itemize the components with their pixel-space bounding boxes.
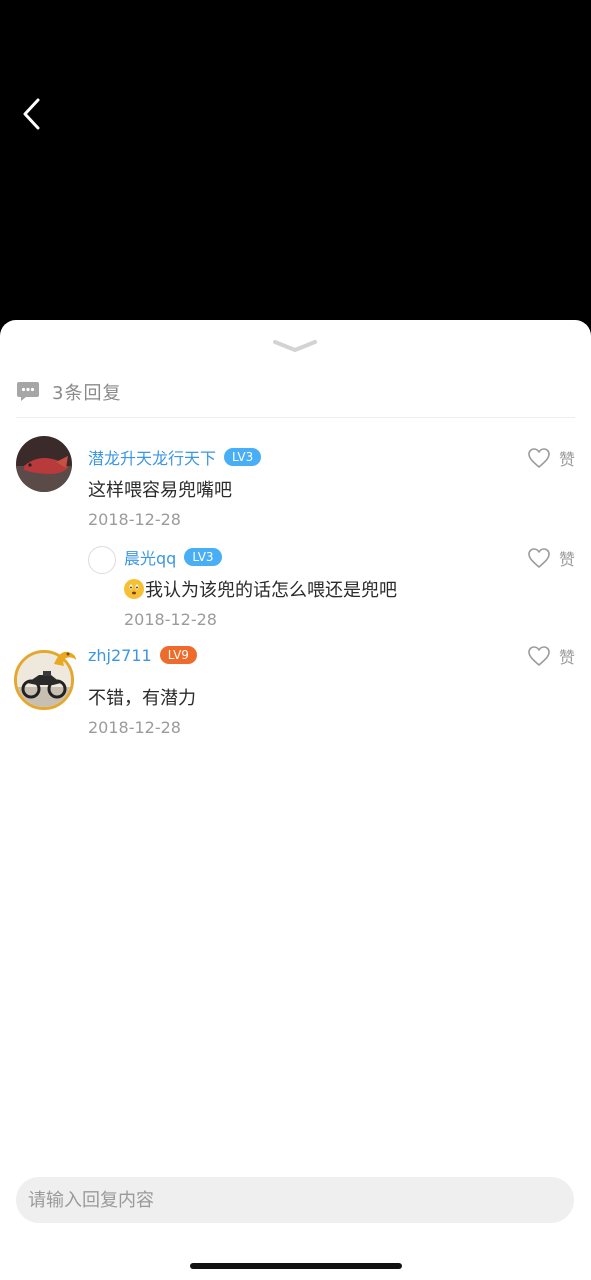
avatar[interactable] [88, 546, 116, 574]
reply-input[interactable] [28, 1189, 574, 1211]
reply-content: 这样喂容易兜嘴吧 [88, 480, 232, 501]
reply-date: 2018-12-28 [88, 718, 181, 737]
reply-item: 潜龙升天龙行天下 LV3 这样喂容易兜嘴吧 2018-12-28 赞 [0, 430, 591, 530]
reply-input-bar[interactable] [16, 1177, 574, 1223]
level-badge: LV9 [159, 646, 197, 664]
chevron-down-icon [273, 340, 317, 352]
comment-icon [17, 382, 39, 401]
reply-content: 我认为该兜的话怎么喂还是兜吧 [124, 576, 397, 602]
arowana-avatar-image [16, 436, 72, 492]
reply-date: 2018-12-28 [124, 610, 217, 629]
reply-count-text: 3条回复 [52, 383, 122, 404]
level-badge: LV3 [224, 448, 262, 466]
reply-count-header: 3条回复 [16, 378, 121, 406]
media-area [0, 0, 591, 330]
username-row: 晨光qq LV3 [124, 546, 222, 568]
replies-sheet: 3条回复 潜龙升天龙行天下 LV3 这样喂容易兜嘴吧 2018-12-28 赞 [0, 320, 591, 1280]
collapse-handle[interactable] [271, 338, 319, 356]
reply-text: 我认为该兜的话怎么喂还是兜吧 [145, 580, 397, 601]
username-row: 潜龙升天龙行天下 LV3 [88, 445, 262, 469]
avatar[interactable] [16, 436, 72, 492]
username-row: zhj2711 LV9 [88, 644, 197, 666]
chevron-left-icon [23, 98, 40, 130]
heart-icon [528, 646, 550, 666]
reply-date: 2018-12-28 [88, 510, 181, 529]
divider [16, 417, 575, 418]
heart-icon [528, 548, 550, 568]
username[interactable]: zhj2711 [88, 646, 152, 665]
like-button[interactable]: 赞 [527, 644, 575, 668]
thinking-face-icon [124, 579, 144, 599]
heart-icon [528, 448, 550, 468]
reply-item: zhj2711 LV9 不错，有潜力 2018-12-28 赞 [0, 646, 591, 746]
back-button[interactable] [14, 94, 50, 134]
level-badge: LV3 [184, 548, 222, 566]
like-button[interactable]: 赞 [527, 546, 575, 570]
username[interactable]: 潜龙升天龙行天下 [88, 445, 216, 469]
crown-decoration-icon [54, 651, 76, 666]
like-label: 赞 [558, 648, 575, 667]
like-label: 赞 [558, 550, 575, 569]
like-label: 赞 [558, 450, 575, 469]
reply-item: 晨光qq LV3 我认为该兜的话怎么喂还是兜吧 2018-12-28 赞 [0, 540, 591, 640]
like-button[interactable]: 赞 [527, 446, 575, 470]
reply-content: 不错，有潜力 [88, 688, 196, 709]
username[interactable]: 晨光qq [124, 545, 176, 569]
home-indicator[interactable] [190, 1263, 402, 1269]
